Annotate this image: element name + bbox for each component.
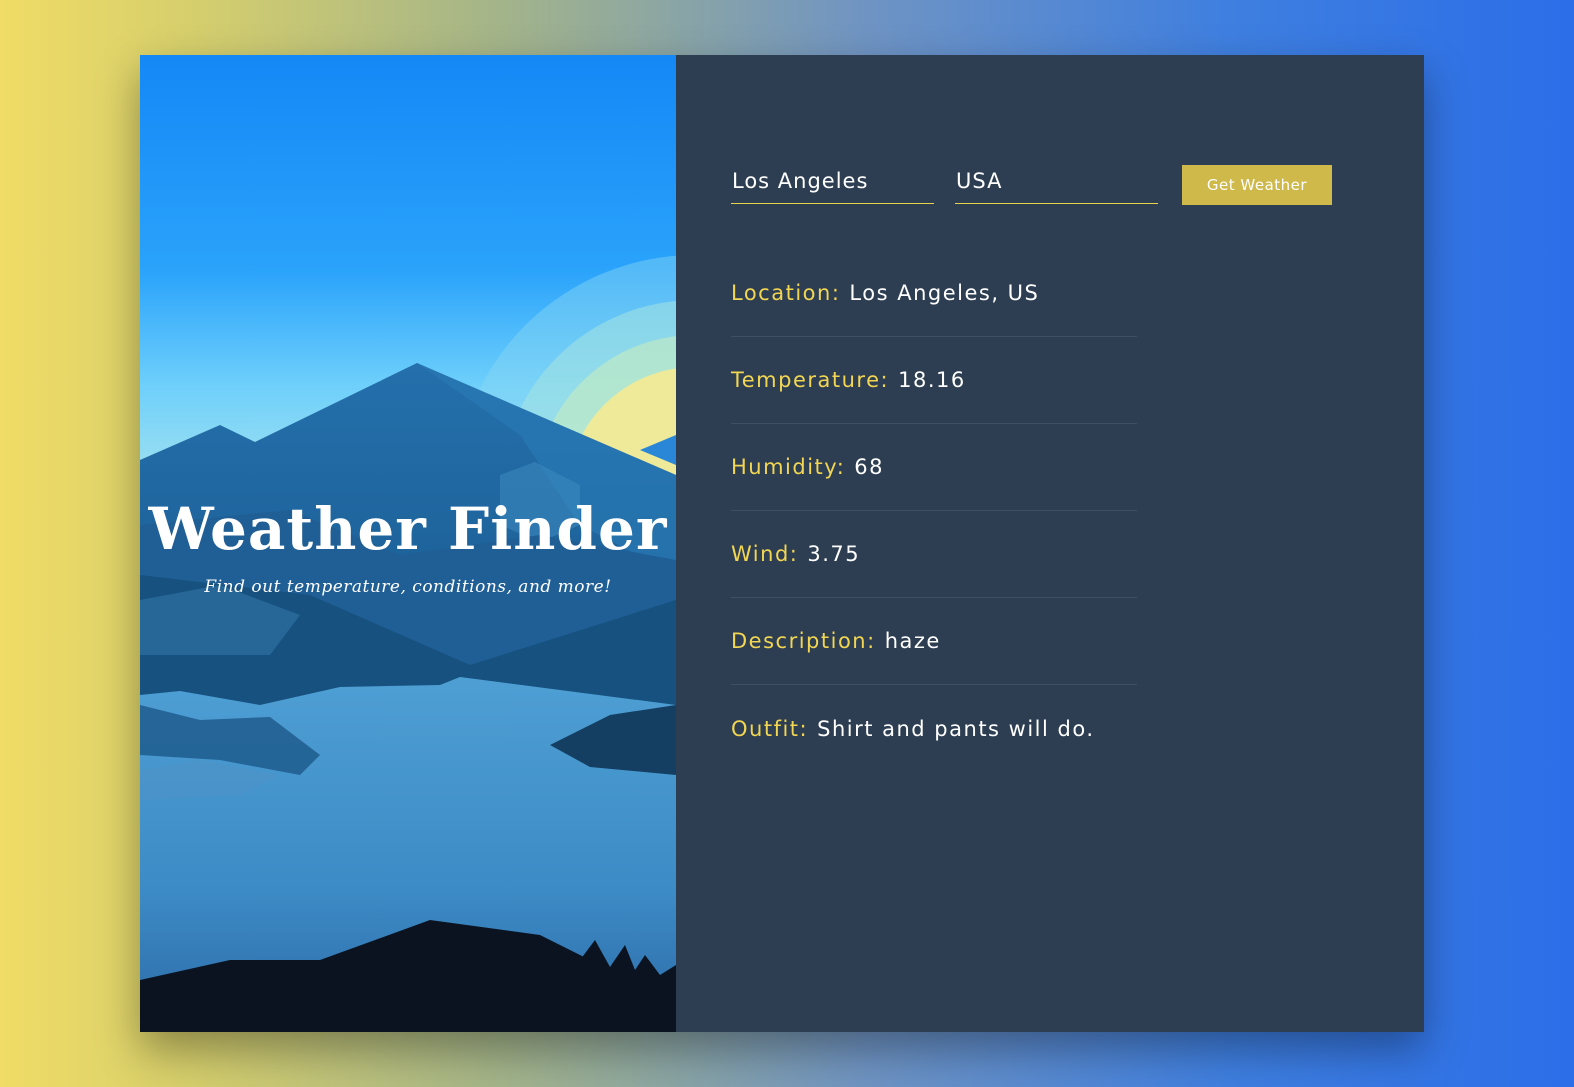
- result-temperature: Temperature: 18.16: [731, 337, 1137, 424]
- result-location: Location: Los Angeles, US: [731, 250, 1137, 337]
- result-value: 68: [854, 455, 884, 479]
- weather-panel: Get Weather Location: Los Angeles, US Te…: [676, 55, 1424, 1032]
- result-value: 3.75: [807, 542, 861, 566]
- result-value: haze: [884, 629, 941, 653]
- country-input[interactable]: [955, 164, 1158, 204]
- result-outfit: Outfit: Shirt and pants will do.: [731, 685, 1137, 772]
- weather-results: Location: Los Angeles, US Temperature: 1…: [731, 250, 1137, 772]
- result-value: Los Angeles, US: [849, 281, 1040, 305]
- result-label: Wind:: [731, 542, 799, 566]
- city-input[interactable]: [731, 164, 934, 204]
- page-title: Weather Finder: [148, 495, 668, 563]
- result-label: Humidity:: [731, 455, 846, 479]
- result-label: Location:: [731, 281, 841, 305]
- result-label: Description:: [731, 629, 876, 653]
- result-wind: Wind: 3.75: [731, 511, 1137, 598]
- result-humidity: Humidity: 68: [731, 424, 1137, 511]
- get-weather-button[interactable]: Get Weather: [1182, 165, 1332, 205]
- hero-illustration: Weather Finder Find out temperature, con…: [140, 55, 676, 1032]
- weather-form: Get Weather: [731, 164, 1332, 205]
- result-label: Outfit:: [731, 716, 809, 741]
- page-subtitle: Find out temperature, conditions, and mo…: [204, 577, 612, 597]
- hero-text: Weather Finder Find out temperature, con…: [140, 495, 676, 597]
- result-value: 18.16: [898, 368, 966, 392]
- result-value: Shirt and pants will do.: [817, 716, 1095, 741]
- weather-card: Weather Finder Find out temperature, con…: [140, 55, 1424, 1032]
- result-description: Description: haze: [731, 598, 1137, 685]
- result-label: Temperature:: [731, 368, 890, 392]
